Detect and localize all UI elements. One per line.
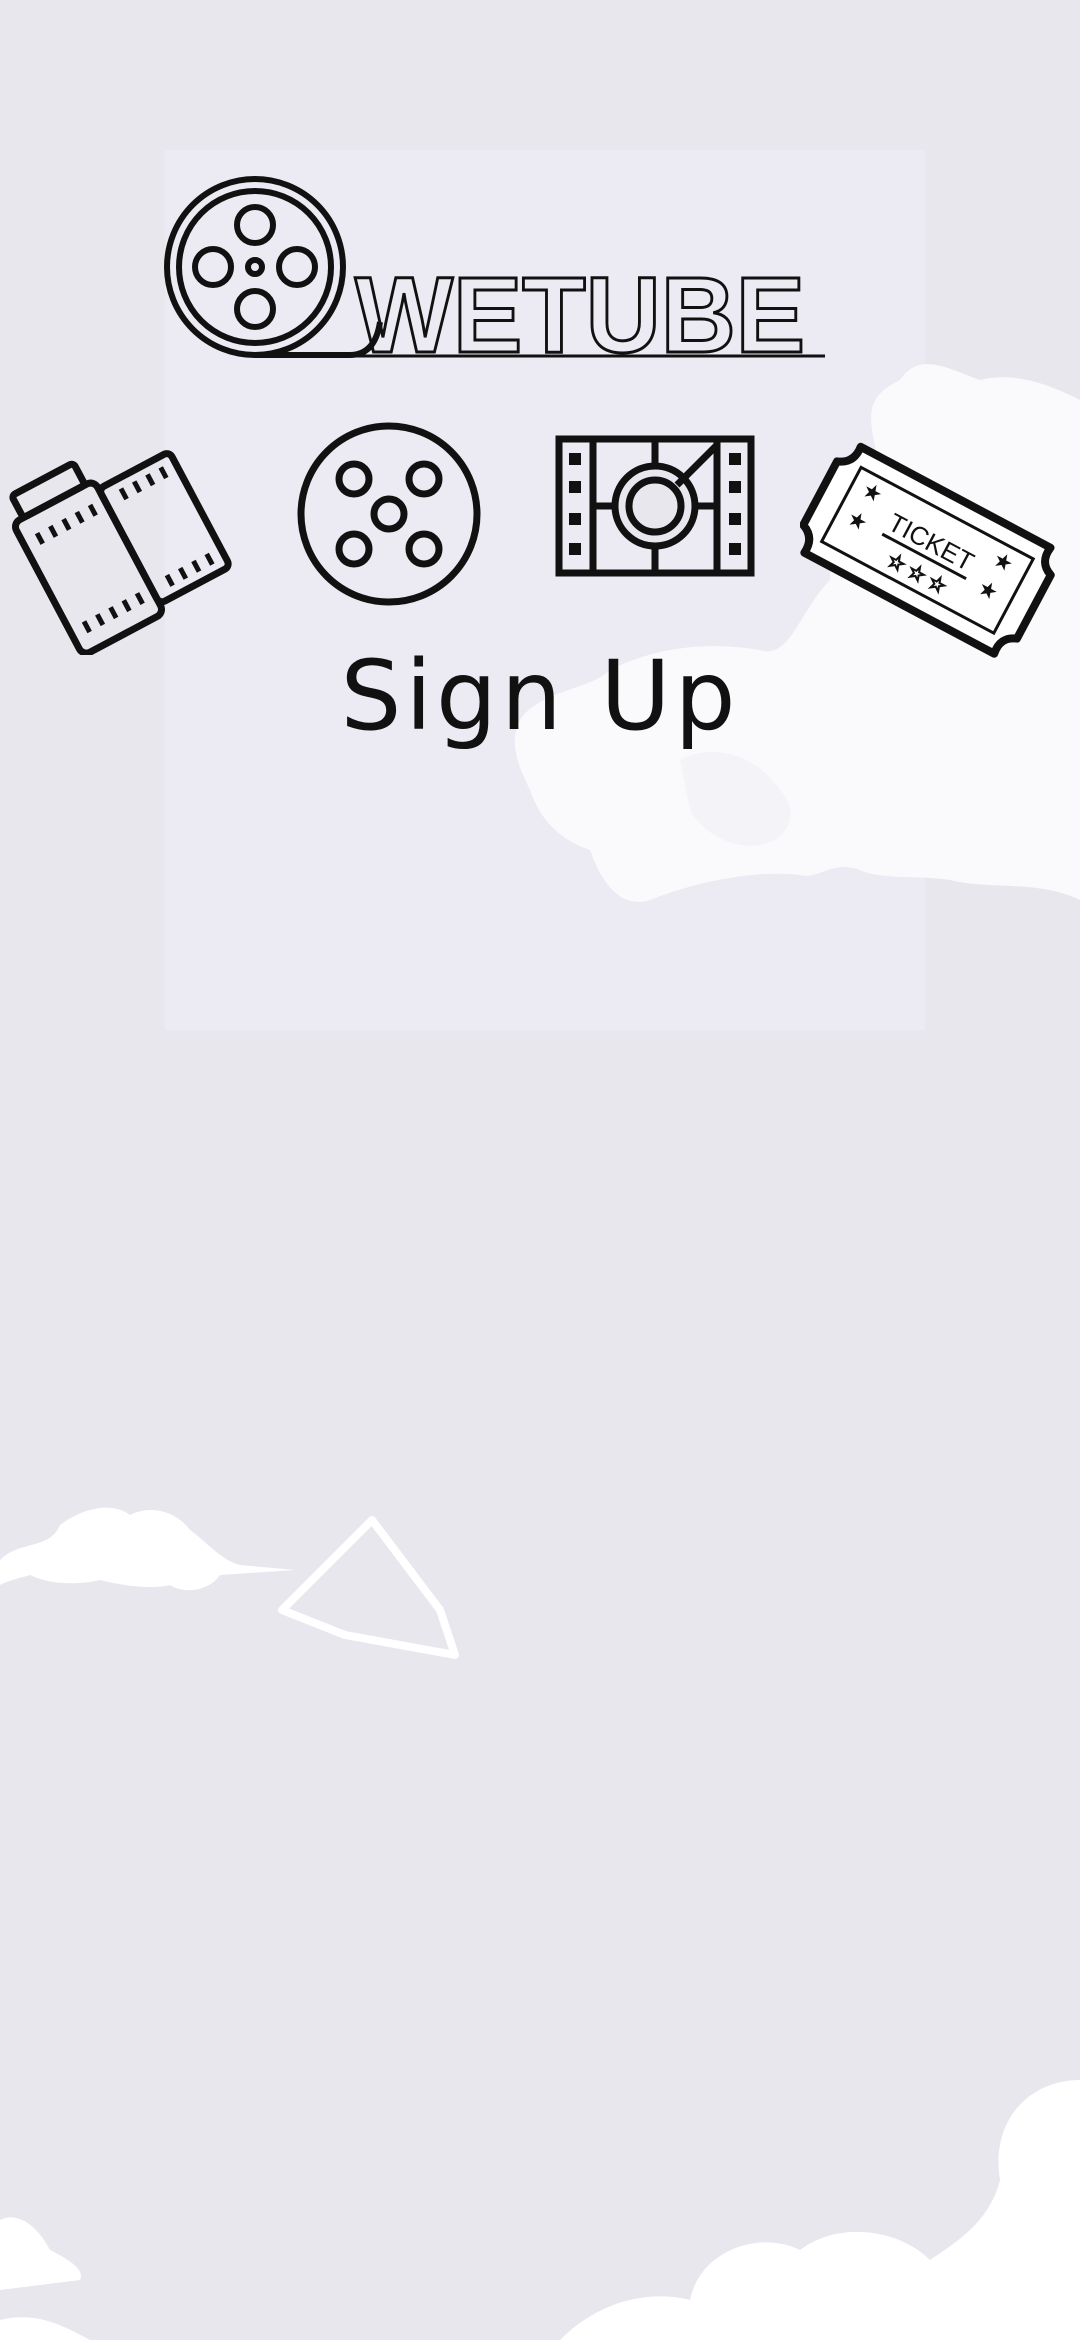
page-title: Sign Up [340, 640, 740, 752]
logo-text: WETUBE [355, 254, 805, 364]
wetube-logo: WETUBE [164, 176, 825, 364]
film-strip-icon [555, 435, 755, 577]
ticket-icon: TICKET ★ ★ ★ ★ ☆ ☆ ☆ [800, 442, 1055, 658]
film-canister-icon [9, 450, 232, 655]
film-reel-icon [297, 422, 481, 606]
